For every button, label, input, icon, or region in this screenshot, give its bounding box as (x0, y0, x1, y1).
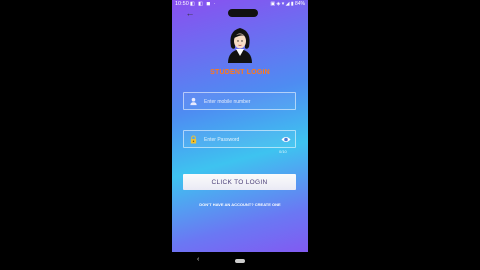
status-time: 10:50 (175, 1, 189, 7)
nav-home-pill[interactable] (235, 259, 245, 263)
password-field[interactable] (183, 130, 296, 148)
login-button[interactable]: CLICK TO LOGIN (183, 174, 296, 190)
person-icon (190, 97, 197, 106)
phone-screen: 10:50 ◧ ◧ ◼ · ▣ ◈ ▾ ◢ ▮ 84% ← STUDENT LO… (172, 0, 308, 270)
notification-icons: ◧ ◧ ◼ · (190, 1, 217, 7)
lock-icon (190, 135, 197, 144)
battery-status: ▣ ◈ ▾ ◢ ▮ 84% (270, 1, 305, 7)
password-char-counter: 0/10 (279, 149, 287, 154)
page-title: STUDENT LOGIN (210, 69, 270, 76)
nav-back-icon[interactable]: ‹ (197, 256, 199, 263)
mobile-field[interactable] (183, 92, 296, 110)
mobile-number-input[interactable] (204, 96, 284, 107)
back-arrow-icon[interactable]: ← (185, 8, 195, 18)
password-input[interactable] (204, 134, 284, 145)
camera-notch (228, 9, 258, 17)
eye-icon[interactable] (281, 135, 291, 144)
create-account-link[interactable]: DON'T HAVE AN ACCOUNT? CREATE ONE (172, 202, 308, 207)
system-nav-bar: ‹ (172, 252, 308, 270)
student-avatar-icon (228, 28, 252, 63)
